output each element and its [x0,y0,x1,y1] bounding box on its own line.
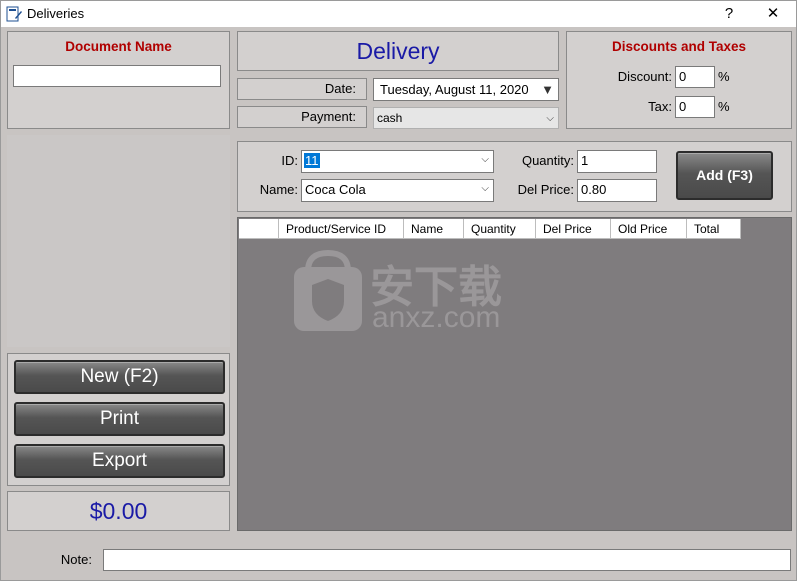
delivery-title-box: Delivery [237,31,559,71]
column-header-product-id[interactable]: Product/Service ID [279,219,404,239]
export-button[interactable]: Export [14,444,225,478]
del-price-input[interactable]: 0.80 [577,179,657,202]
document-name-input[interactable] [13,65,221,87]
document-edit-icon [6,6,22,22]
discount-label: Discount: [617,69,672,84]
name-label: Name: [259,182,298,197]
discounts-taxes-panel: Discounts and Taxes Discount: 0 % Tax: 0… [566,31,792,129]
watermark-en: anxz.com [372,301,501,334]
shield-bag-icon [294,249,362,331]
total-panel: $0.00 [7,491,230,531]
chevron-down-icon[interactable]: ▼ [541,81,554,98]
add-item-button[interactable]: Add (F3) [676,151,773,200]
title-bar: Deliveries ? ✕ [1,1,796,27]
discount-unit: % [718,69,730,84]
chevron-down-icon: ⌵ [481,183,489,194]
tax-unit: % [718,99,730,114]
payment-label: Payment: [237,106,367,128]
actions-panel: New (F2) Print Export [7,353,230,486]
id-label: ID: [281,153,298,168]
date-picker[interactable]: Tuesday, August 11, 2020 ▼ [373,78,559,101]
deliveries-window: Deliveries ? ✕ Document Name Delivery Da… [0,0,797,581]
column-header-select[interactable] [239,219,279,239]
tax-input[interactable]: 0 [675,96,715,118]
close-button[interactable]: ✕ [751,1,795,27]
payment-value: cash [377,111,403,125]
new-button[interactable]: New (F2) [14,360,225,394]
left-spacer-panel [7,135,230,347]
date-label: Date: [237,78,367,100]
id-value: 11 [304,153,320,168]
document-name-panel: Document Name [7,31,230,129]
column-header-old-price[interactable]: Old Price [611,219,687,239]
help-button[interactable]: ? [707,1,751,27]
column-header-total[interactable]: Total [687,219,741,239]
name-value: Coca Cola [305,182,366,197]
date-value: Tuesday, August 11, 2020 [380,82,529,97]
column-header-del-price[interactable]: Del Price [536,219,611,239]
grid-header: Product/Service ID Name Quantity Del Pri… [239,219,741,239]
print-button[interactable]: Print [14,402,225,436]
chevron-down-icon: ⌵ [481,154,489,165]
document-name-heading: Document Name [65,39,172,54]
tax-label: Tax: [648,99,672,114]
item-entry-panel: ID: 11 ⌵ Name: Coca Cola ⌵ Quantity: 1 D… [237,141,792,212]
note-input[interactable] [103,549,791,571]
quantity-label: Quantity: [521,153,574,168]
discounts-heading: Discounts and Taxes [611,39,747,54]
items-grid[interactable]: Product/Service ID Name Quantity Del Pri… [237,217,792,531]
column-header-quantity[interactable]: Quantity [464,219,536,239]
note-label: Note: [60,552,92,567]
chevron-down-icon: ⌵ [546,113,554,124]
name-combo[interactable]: Coca Cola ⌵ [301,179,494,202]
del-price-label: Del Price: [517,182,574,197]
payment-select[interactable]: cash ⌵ [373,107,559,129]
window-title: Deliveries [27,6,85,21]
total-value: $0.00 [89,498,148,524]
quantity-input[interactable]: 1 [577,150,657,173]
id-combo[interactable]: 11 ⌵ [301,150,494,173]
discount-input[interactable]: 0 [675,66,715,88]
delivery-title: Delivery [356,38,440,64]
column-header-name[interactable]: Name [404,219,464,239]
